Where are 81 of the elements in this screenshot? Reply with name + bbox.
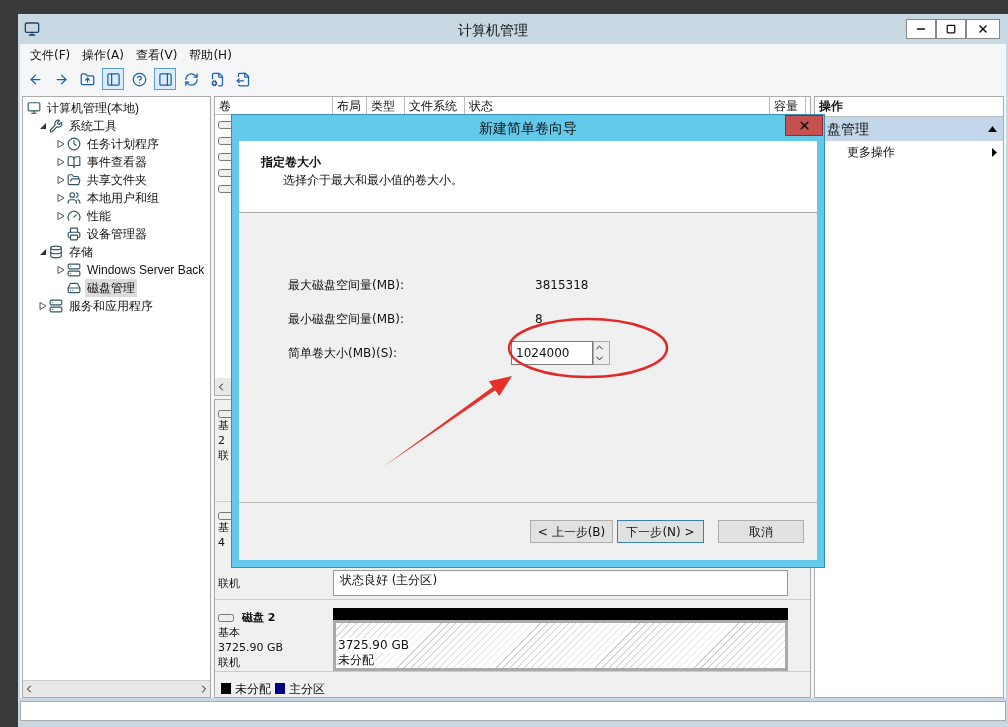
disk-info: 2 [218, 433, 225, 448]
app-icon [24, 21, 40, 37]
collapsed-arrow-icon[interactable] [57, 194, 65, 202]
clock-icon [67, 137, 81, 151]
field-label: 最小磁盘空间量(MB): [288, 311, 405, 328]
legend-label: 未分配 [235, 680, 271, 698]
close-icon [797, 119, 811, 132]
collapsed-arrow-icon[interactable] [57, 140, 65, 148]
partition-status: 未分配 [338, 653, 374, 668]
field-value: 3815318 [535, 277, 589, 294]
tree-item[interactable]: 事件查看器 [85, 153, 149, 171]
close-button[interactable] [966, 19, 1000, 39]
tree-item[interactable]: 计算机管理(本地) [45, 99, 141, 117]
tree-item[interactable]: 本地用户和组 [85, 189, 161, 207]
tree-item[interactable]: Windows Server Back [85, 261, 207, 279]
device-icon [67, 227, 81, 241]
tree-item[interactable]: 共享文件夹 [85, 171, 149, 189]
tree-item[interactable]: 系统工具 [67, 117, 119, 135]
maximize-button[interactable] [936, 19, 966, 39]
partition-size: 3725.90 GB [338, 638, 409, 653]
tree-item[interactable]: 任务计划程序 [85, 135, 161, 153]
gauge-icon [67, 209, 81, 223]
unallocated-partition[interactable]: 3725.90 GB 未分配 [333, 620, 788, 671]
menu-item[interactable]: 操作(A) [82, 46, 124, 64]
disk-info: 联机 [218, 655, 240, 670]
collapsed-arrow-icon[interactable] [39, 302, 47, 310]
collapsed-arrow-icon[interactable] [57, 176, 65, 184]
collapsed-arrow-icon[interactable] [57, 158, 65, 166]
tree-item[interactable]: 磁盘管理 [85, 279, 137, 297]
storage-icon [49, 245, 63, 259]
disk-info: 基 [218, 520, 229, 535]
dialog-button[interactable]: < 上一步(B) [530, 520, 613, 543]
dialog-title: 新建简单卷向导 [479, 118, 577, 138]
collapsed-arrow-icon[interactable] [57, 266, 65, 274]
close-button[interactable] [785, 115, 823, 136]
collapse-icon[interactable] [988, 126, 997, 132]
size-input[interactable]: 1024000 [511, 341, 593, 365]
disk-info: 基本 [218, 625, 240, 640]
window-title: 计算机管理 [458, 21, 528, 40]
legend-label: 主分区 [289, 680, 325, 698]
menu-item[interactable]: 文件(F) [30, 46, 71, 64]
submenu-arrow-icon [992, 147, 997, 157]
folder-icon [67, 173, 81, 187]
step-description: 选择介于最大和最小值的卷大小。 [282, 172, 464, 189]
disk-info: 4 [218, 535, 225, 550]
disk-info: 联机 [218, 576, 240, 591]
tree-item[interactable]: 设备管理器 [85, 225, 149, 243]
primary-partition[interactable]: 状态良好 (主分区) [333, 570, 788, 596]
dialog-button[interactable]: 取消 [718, 520, 804, 543]
server-icon [67, 263, 81, 277]
right-panel-icon[interactable] [154, 68, 176, 90]
menu-item[interactable]: 帮助(H) [189, 46, 232, 64]
disk-info: 3725.90 GB [218, 640, 284, 655]
action-link[interactable]: 更多操作 [847, 143, 895, 161]
tree-item[interactable]: 服务和应用程序 [67, 297, 155, 315]
expanded-arrow-icon[interactable] [39, 122, 47, 130]
computer-icon [27, 101, 41, 115]
book-icon [67, 155, 81, 169]
users-icon [67, 191, 81, 205]
collapsed-arrow-icon[interactable] [57, 212, 65, 220]
tree-item[interactable]: 存储 [67, 243, 95, 261]
disk-name: 磁盘 2 [242, 610, 276, 625]
field-value: 8 [535, 311, 543, 328]
wrench-icon [49, 119, 63, 133]
dialog-button[interactable]: 下一步(N) > [617, 520, 704, 543]
expanded-arrow-icon[interactable] [39, 248, 47, 256]
left-panel-icon[interactable] [102, 68, 124, 90]
minimize-button[interactable] [906, 19, 936, 39]
menu-item[interactable]: 查看(V) [135, 46, 178, 64]
disk-info: 基 [218, 418, 229, 433]
partition-status: 状态良好 (主分区) [340, 573, 438, 587]
field-label: 最大磁盘空间量(MB): [288, 277, 405, 294]
step-heading: 指定卷大小 [261, 154, 322, 171]
horizontal-scrollbar[interactable] [23, 680, 210, 697]
spin-buttons[interactable] [593, 341, 610, 365]
server-icon [49, 299, 63, 313]
section-title: 盘管理 [827, 119, 869, 139]
disk-info: 联 [218, 448, 229, 463]
tree-item[interactable]: 性能 [85, 207, 113, 225]
maximize-icon [946, 24, 956, 34]
close-icon [977, 23, 989, 35]
